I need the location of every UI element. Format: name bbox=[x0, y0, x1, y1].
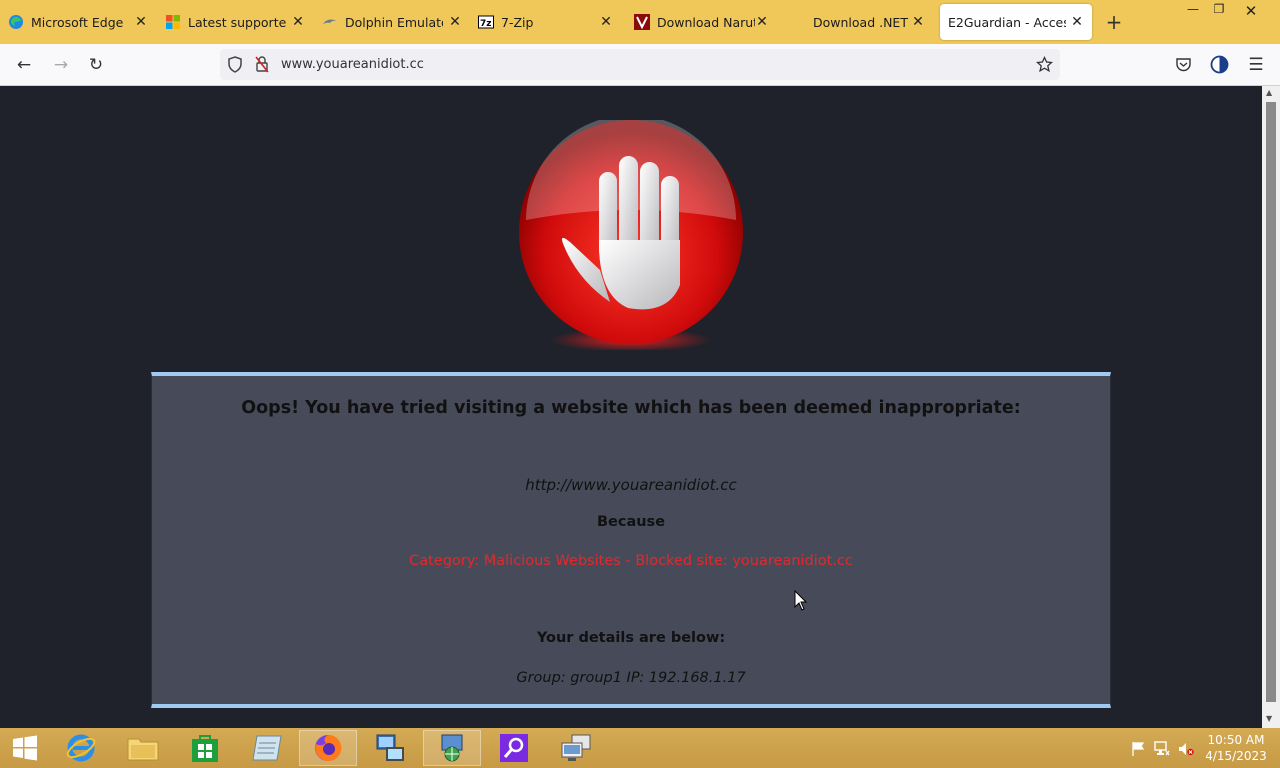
blocked-url: http://www.youareanidiot.cc bbox=[525, 476, 737, 494]
windows-start-icon bbox=[13, 735, 37, 761]
folder-icon bbox=[127, 738, 159, 761]
tab-title: Microsoft Edge bbox=[31, 14, 124, 30]
tab-close-icon[interactable]: ✕ bbox=[134, 15, 148, 29]
action-center-flag-icon[interactable] bbox=[1130, 741, 1146, 757]
user-details: Group: group1 IP: 192.168.1.17 bbox=[516, 670, 746, 686]
tab-title: 7-Zip bbox=[501, 14, 534, 30]
page-content: Oops! You have tried visiting a website … bbox=[0, 86, 1262, 726]
block-message-panel: Oops! You have tried visiting a website … bbox=[151, 372, 1111, 708]
tab-e2guardian[interactable]: E2Guardian - Access D ✕ bbox=[940, 4, 1092, 40]
taskbar: 10:50 AM 4/15/2023 bbox=[0, 728, 1280, 768]
block-heading: Oops! You have tried visiting a website … bbox=[241, 398, 1021, 418]
clock-time: 10:50 AM bbox=[1207, 733, 1265, 747]
network-tray-icon[interactable] bbox=[1154, 741, 1170, 757]
url-text[interactable]: www.youareanidiot.cc bbox=[281, 57, 424, 72]
tab-close-icon[interactable]: ✕ bbox=[291, 15, 305, 29]
internet-explorer-icon bbox=[66, 734, 96, 762]
firefox-icon bbox=[315, 734, 342, 761]
naruto-icon bbox=[634, 14, 650, 30]
tab-title: Download Naruto bbox=[657, 14, 755, 30]
tab-download-net[interactable]: Download .NET Fra ✕ bbox=[790, 4, 925, 40]
firefox-taskbar-button[interactable] bbox=[299, 730, 357, 766]
scrollbar-thumb[interactable] bbox=[1266, 102, 1276, 702]
pocket-icon[interactable] bbox=[1175, 56, 1192, 73]
tab-close-icon[interactable]: ✕ bbox=[755, 15, 769, 29]
insecure-lock-icon[interactable] bbox=[255, 56, 269, 73]
menu-hamburger-icon[interactable]: ☰ bbox=[1245, 54, 1267, 76]
bookmark-star-icon[interactable] bbox=[1036, 56, 1053, 73]
edge-icon bbox=[9, 15, 23, 29]
scroll-down-icon[interactable]: ▼ bbox=[1266, 714, 1272, 723]
scroll-up-icon[interactable]: ▲ bbox=[1266, 88, 1272, 97]
tab-close-icon[interactable]: ✕ bbox=[448, 15, 462, 29]
tab-close-icon[interactable]: ✕ bbox=[911, 15, 925, 29]
url-bar[interactable]: www.youareanidiot.cc bbox=[220, 49, 1060, 80]
tab-latest-supported[interactable]: Latest supported V ✕ bbox=[165, 4, 305, 40]
mouse-cursor-icon bbox=[794, 590, 808, 611]
system-clock[interactable]: 10:50 AM 4/15/2023 bbox=[1200, 732, 1272, 764]
tab-download-naruto[interactable]: Download Naruto ✕ bbox=[634, 4, 769, 40]
clock-date: 4/15/2023 bbox=[1205, 749, 1267, 763]
notepad-icon bbox=[252, 735, 282, 761]
extension-contrast-icon[interactable] bbox=[1210, 55, 1229, 74]
tab-title: Download .NET Fra bbox=[813, 14, 911, 30]
remote-network-taskbar-button[interactable] bbox=[423, 730, 481, 766]
tab-close-icon[interactable]: ✕ bbox=[1070, 15, 1084, 29]
search-taskbar-button[interactable] bbox=[485, 730, 543, 766]
remote-desktop-icon bbox=[561, 734, 591, 761]
tab-microsoft-edge[interactable]: Microsoft Edge ✕ bbox=[8, 4, 148, 40]
blank-page-icon bbox=[790, 14, 806, 30]
internet-explorer-taskbar-button[interactable] bbox=[52, 730, 110, 766]
back-button[interactable]: ← bbox=[13, 54, 35, 76]
notepad-taskbar-button[interactable] bbox=[238, 730, 296, 766]
store-icon bbox=[192, 735, 218, 762]
windows-icon bbox=[166, 15, 180, 29]
tab-title: E2Guardian - Access D bbox=[948, 14, 1066, 30]
details-heading: Your details are below: bbox=[536, 630, 726, 646]
tab-title: Latest supported V bbox=[188, 14, 286, 30]
stop-hand-icon bbox=[519, 120, 743, 350]
forward-button[interactable]: → bbox=[50, 54, 72, 76]
store-taskbar-button[interactable] bbox=[176, 730, 234, 766]
tab-close-icon[interactable]: ✕ bbox=[599, 15, 613, 29]
navigation-toolbar: ← → ↻ www.youareanidiot.cc ☰ bbox=[0, 44, 1280, 86]
new-tab-button[interactable]: + bbox=[1104, 12, 1124, 32]
close-window-button[interactable]: ✕ bbox=[1228, 2, 1274, 22]
svg-text:7z: 7z bbox=[480, 19, 492, 29]
remote-desktop-taskbar-button[interactable] bbox=[547, 730, 605, 766]
file-explorer-taskbar-button[interactable] bbox=[114, 730, 172, 766]
7zip-icon: 7z bbox=[478, 15, 494, 29]
start-button[interactable] bbox=[0, 730, 50, 766]
tab-title: Dolphin Emulator bbox=[345, 14, 443, 30]
volume-muted-icon[interactable] bbox=[1178, 741, 1194, 757]
shield-icon[interactable] bbox=[227, 56, 243, 73]
tab-dolphin-emulator[interactable]: Dolphin Emulator ✕ bbox=[322, 4, 462, 40]
reload-button[interactable]: ↻ bbox=[85, 54, 107, 76]
vertical-scrollbar[interactable]: ▲ ▼ bbox=[1262, 86, 1280, 728]
tab-strip: Microsoft Edge ✕ Latest supported V ✕ Do… bbox=[0, 0, 1280, 44]
magnifier-icon bbox=[500, 734, 528, 762]
network-globe-icon bbox=[441, 734, 463, 762]
because-label: Because bbox=[596, 514, 666, 530]
tab-7zip[interactable]: 7z 7-Zip ✕ bbox=[478, 4, 613, 40]
network-setup-taskbar-button[interactable] bbox=[361, 730, 419, 766]
computer-network-icon bbox=[376, 734, 404, 761]
dolphin-icon bbox=[323, 19, 337, 24]
block-reason: Category: Malicious Websites - Blocked s… bbox=[409, 553, 853, 569]
